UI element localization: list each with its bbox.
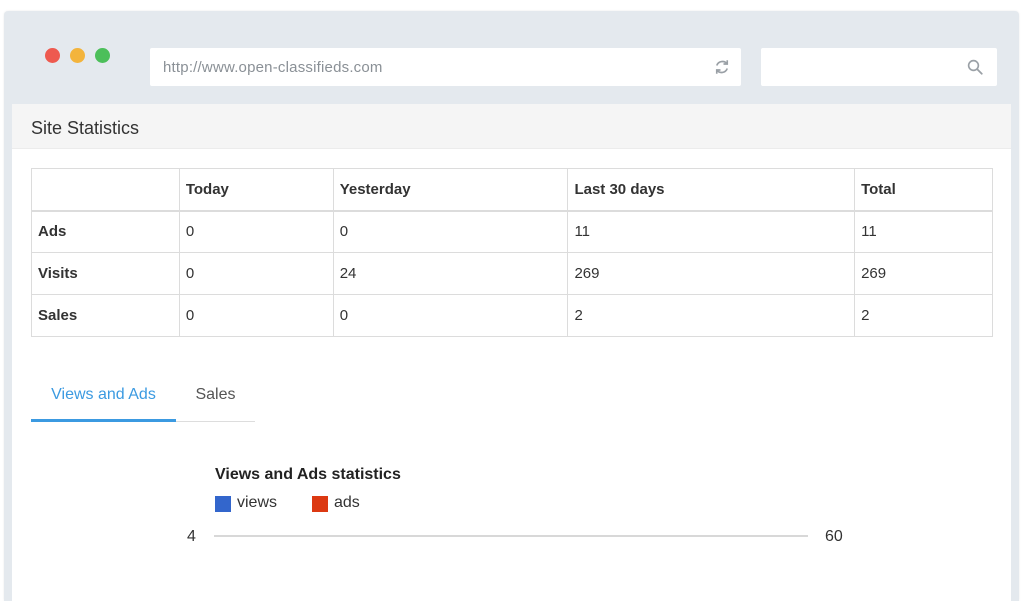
table-cell: 0 [332, 210, 569, 253]
browser-window: http://www.open-classifieds.com Site Sta… [4, 11, 1019, 601]
panel-header: Site Statistics [12, 104, 1011, 149]
address-bar-url[interactable]: http://www.open-classifieds.com [163, 59, 383, 76]
reload-icon[interactable] [713, 58, 731, 76]
table-cell: 269 [854, 252, 993, 295]
chart-title: Views and Ads statistics [215, 466, 401, 483]
table-header-cell: Total [854, 168, 993, 212]
close-window-button[interactable] [45, 48, 60, 63]
table-row: Ads 0 0 11 11 [31, 210, 993, 253]
table-cell: 11 [854, 210, 993, 253]
right-axis-label: 60 [825, 528, 843, 545]
chart-tabs: Views and Ads Sales [31, 374, 255, 422]
maximize-window-button[interactable] [95, 48, 110, 63]
table-row: Visits 0 24 269 269 [31, 252, 993, 295]
table-header-row: Today Yesterday Last 30 days Total [31, 168, 993, 212]
legend-swatch-ads [312, 496, 328, 512]
page-title: Site Statistics [31, 118, 140, 138]
page-content: Site Statistics Today Yesterday Last 30 … [12, 104, 1011, 601]
row-label: Ads [31, 210, 180, 253]
table-cell: 0 [178, 252, 334, 295]
table-header-cell: Today [178, 168, 334, 212]
legend-label: ads [334, 494, 360, 511]
table-cell: 11 [567, 210, 856, 253]
table-header-cell: Last 30 days [567, 168, 856, 212]
left-axis-label: 4 [187, 528, 196, 545]
table-header-cell: Yesterday [332, 168, 569, 212]
row-label: Sales [31, 294, 180, 337]
address-bar[interactable]: http://www.open-classifieds.com [150, 48, 741, 86]
row-label: Visits [31, 252, 180, 295]
table-cell: 0 [332, 294, 569, 337]
search-icon[interactable] [966, 58, 984, 76]
tab-views-and-ads[interactable]: Views and Ads [31, 374, 176, 422]
table-cell: 24 [332, 252, 569, 295]
minimize-window-button[interactable] [70, 48, 85, 63]
table-header-cell [31, 168, 180, 212]
table-cell: 2 [854, 294, 993, 337]
table-cell: 269 [567, 252, 856, 295]
browser-search-box[interactable] [761, 48, 997, 86]
tab-sales[interactable]: Sales [176, 374, 255, 422]
table-cell: 0 [178, 294, 334, 337]
table-cell: 2 [567, 294, 856, 337]
stats-table: Today Yesterday Last 30 days Total Ads 0… [31, 168, 993, 337]
legend-label: views [237, 494, 278, 511]
table-cell: 0 [178, 210, 334, 253]
legend-swatch-views [215, 496, 231, 512]
views-ads-chart: 4 60 [187, 528, 843, 545]
table-row: Sales 0 0 2 2 [31, 294, 993, 337]
